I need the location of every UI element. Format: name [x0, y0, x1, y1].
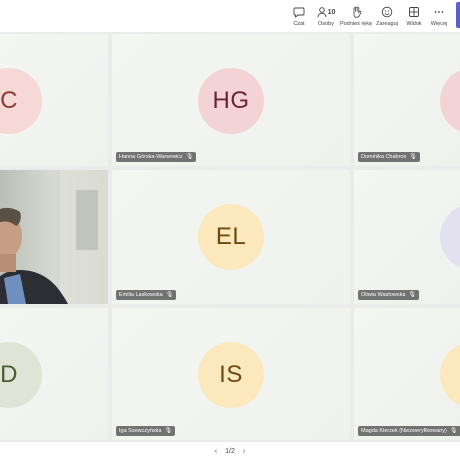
mic-muted-icon: 🎙: [165, 292, 174, 298]
mic-muted-icon: 🎙: [408, 292, 417, 298]
participant-tile[interactable]: C: [0, 34, 108, 166]
react-icon: [381, 5, 393, 19]
participant-nameplate: Oliwia Wastowska 🎙: [358, 290, 420, 300]
avatar: O: [440, 204, 460, 270]
participant-tile[interactable]: O Oliwia Wastowska 🎙: [354, 170, 460, 304]
participant-tile[interactable]: D Dominika Chabros 🎙: [354, 34, 460, 166]
avatar: HG: [198, 68, 264, 134]
more-icon: [433, 5, 445, 19]
participant-nameplate: Iga Szewczyńska 🎙: [116, 426, 176, 436]
meeting-toolbar: Czat 10 Osoby Podnieś rękę Zareaguj Wido…: [0, 0, 460, 32]
participant-tile[interactable]: M Magda Kierzek (Niezweryfikowany) 🎙: [354, 308, 460, 440]
toolbar-edge-accent: [456, 2, 460, 28]
mic-muted-icon: 🎙: [185, 154, 194, 160]
participant-nameplate: Emilia Laskowska 🎙: [116, 290, 177, 300]
raise-hand-icon: [351, 5, 362, 19]
avatar: D: [440, 68, 460, 134]
avatar: C: [0, 68, 42, 134]
chevron-left-icon[interactable]: ‹: [215, 448, 217, 455]
gallery-pager: ‹ 1/2 ›: [0, 442, 460, 460]
participant-count: 10: [327, 8, 336, 16]
more-button[interactable]: Więcej: [419, 5, 459, 31]
page-indicator: 1/2: [225, 447, 235, 455]
participant-tile[interactable]: IS Iga Szewczyńska 🎙: [112, 308, 350, 440]
avatar: IS: [198, 342, 264, 408]
participant-tile[interactable]: EL Emilia Laskowska 🎙: [112, 170, 350, 304]
mic-muted-icon: 🎙: [164, 428, 173, 434]
participant-nameplate: Magda Kierzek (Niezweryfikowany) 🎙: [358, 426, 460, 436]
avatar: EL: [198, 204, 264, 270]
people-icon: [317, 7, 327, 18]
participant-nameplate: Dominika Chabros 🎙: [358, 152, 420, 162]
avatar: M: [440, 342, 460, 408]
chevron-right-icon[interactable]: ›: [243, 448, 245, 455]
chat-icon: [293, 5, 305, 19]
participant-video-tile[interactable]: [0, 170, 108, 304]
avatar: D: [0, 342, 42, 408]
mic-muted-icon: 🎙: [409, 154, 417, 160]
participant-nameplate: Hanna Górska-Warsewicz 🎙: [116, 152, 197, 162]
mic-muted-icon: 🎙: [449, 428, 458, 434]
participant-video: [0, 170, 108, 304]
participant-tile[interactable]: HG Hanna Górska-Warsewicz 🎙: [112, 34, 350, 166]
participant-tile[interactable]: D: [0, 308, 108, 440]
